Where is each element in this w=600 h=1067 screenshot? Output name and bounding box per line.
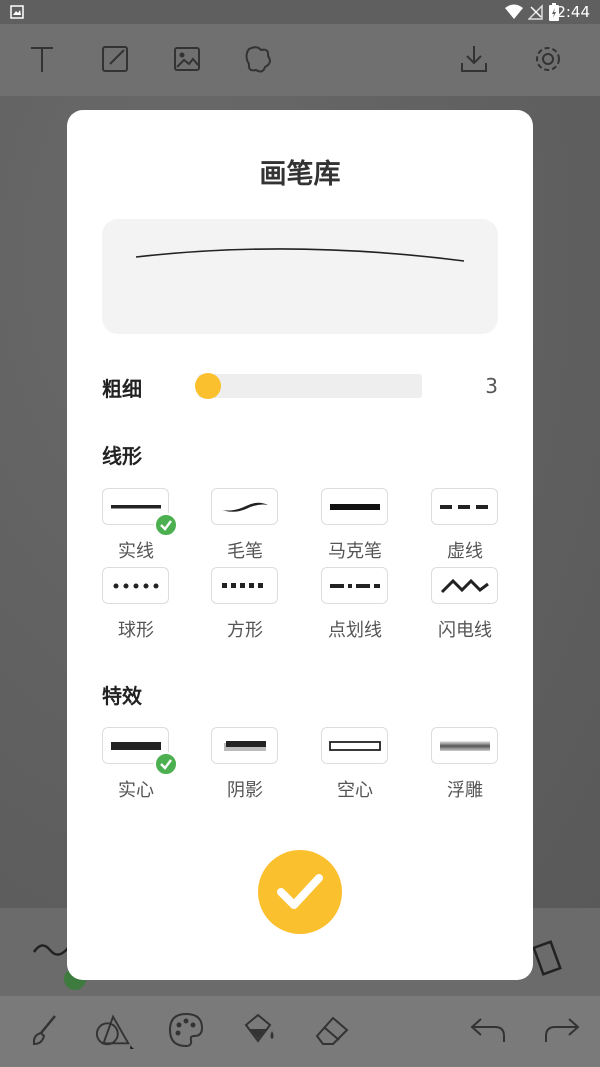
line-option-label: 闪电线 bbox=[438, 620, 492, 641]
text-icon[interactable] bbox=[25, 42, 59, 76]
check-icon bbox=[154, 752, 178, 776]
clock: 2:44 bbox=[556, 3, 590, 21]
image-icon[interactable] bbox=[170, 42, 204, 76]
paint-bucket-icon[interactable] bbox=[238, 1010, 278, 1050]
redo-icon[interactable] bbox=[542, 1010, 582, 1050]
line-option-label: 方形 bbox=[227, 620, 263, 641]
line-option-label: 球形 bbox=[118, 620, 154, 641]
thickness-value: 3 bbox=[485, 374, 498, 398]
dialog-title: 画笔库 bbox=[259, 159, 341, 190]
line-shape-label: 线形 bbox=[102, 444, 142, 468]
signal-icon bbox=[528, 4, 543, 20]
effect-option-label: 空心 bbox=[337, 780, 373, 801]
line-option-square[interactable] bbox=[211, 567, 278, 604]
effect-option-emboss[interactable] bbox=[431, 727, 498, 764]
brush-stroke-icon[interactable] bbox=[32, 938, 72, 962]
line-option-marker[interactable] bbox=[321, 488, 388, 525]
shape-fill-icon[interactable] bbox=[94, 1010, 134, 1050]
settings-icon[interactable] bbox=[531, 42, 565, 76]
preview-stroke bbox=[135, 248, 465, 262]
effect-option-label: 浮雕 bbox=[447, 780, 483, 801]
line-option-dash-dot[interactable] bbox=[321, 567, 388, 604]
effect-option-hollow[interactable] bbox=[321, 727, 388, 764]
bottom-toolbar bbox=[0, 996, 600, 1067]
effects-label: 特效 bbox=[102, 684, 142, 708]
shape-icon[interactable] bbox=[242, 42, 276, 76]
line-option-label: 点划线 bbox=[328, 620, 382, 641]
line-option-label: 马克笔 bbox=[328, 541, 382, 562]
confirm-button[interactable] bbox=[258, 850, 342, 934]
wifi-icon bbox=[505, 4, 523, 19]
stroke-preview bbox=[102, 219, 498, 334]
line-option-label: 虚线 bbox=[447, 541, 483, 562]
effect-option-label: 阴影 bbox=[227, 780, 263, 801]
line-option-brush[interactable] bbox=[211, 488, 278, 525]
download-icon[interactable] bbox=[457, 42, 491, 76]
line-option-ball[interactable] bbox=[102, 567, 169, 604]
eraser-stroke-icon[interactable] bbox=[532, 932, 572, 976]
line-option-label: 实线 bbox=[118, 541, 154, 562]
undo-icon[interactable] bbox=[468, 1010, 508, 1050]
palette-icon[interactable] bbox=[166, 1010, 206, 1050]
thickness-slider[interactable] bbox=[198, 374, 422, 398]
edit-icon[interactable] bbox=[98, 42, 132, 76]
eraser-icon[interactable] bbox=[312, 1010, 352, 1050]
check-icon bbox=[277, 874, 323, 909]
top-toolbar bbox=[0, 24, 600, 96]
thickness-slider-thumb[interactable] bbox=[195, 373, 221, 399]
line-option-label: 毛笔 bbox=[227, 541, 263, 562]
thickness-label: 粗细 bbox=[102, 377, 142, 401]
effect-option-label: 实心 bbox=[118, 780, 154, 801]
notification-image-icon bbox=[10, 5, 24, 19]
brush-icon[interactable] bbox=[24, 1010, 64, 1050]
status-bar: 2:44 bbox=[0, 0, 600, 24]
line-option-lightning[interactable] bbox=[431, 567, 498, 604]
check-icon bbox=[154, 513, 178, 537]
line-option-dashed[interactable] bbox=[431, 488, 498, 525]
effect-option-shadow[interactable] bbox=[211, 727, 278, 764]
